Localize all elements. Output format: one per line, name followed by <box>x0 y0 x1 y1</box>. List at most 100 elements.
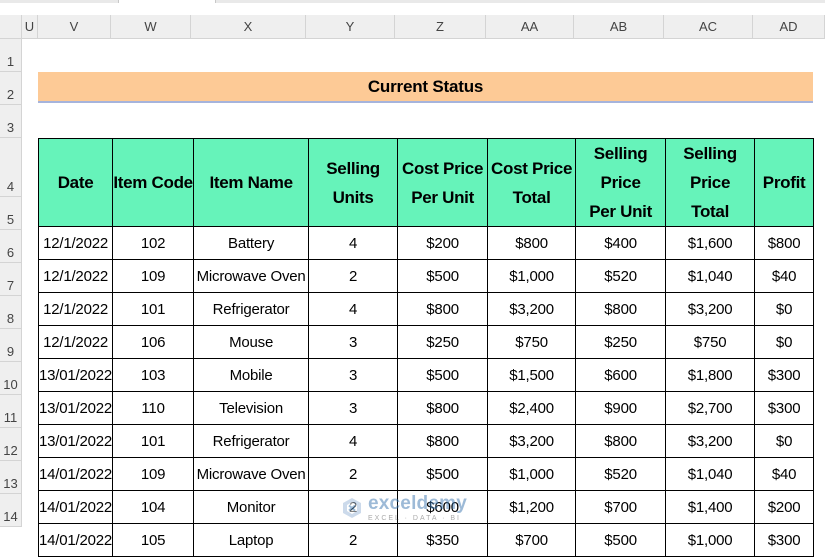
table-cell[interactable]: 12/1/2022 <box>37 259 114 293</box>
column-header-cell[interactable]: Cost Price Total <box>487 138 577 227</box>
table-cell[interactable]: $700 <box>575 490 667 524</box>
table-cell[interactable]: $800 <box>575 424 667 458</box>
table-cell[interactable]: 104 <box>112 490 195 524</box>
column-header-w[interactable]: W <box>111 15 191 39</box>
row-header-4[interactable]: 4 <box>0 138 22 197</box>
table-cell[interactable]: $1,000 <box>665 523 756 557</box>
table-cell[interactable]: 2 <box>308 259 399 293</box>
table-cell[interactable]: $600 <box>575 358 667 392</box>
table-cell[interactable]: $350 <box>397 523 489 557</box>
table-cell[interactable]: $1,000 <box>487 457 577 491</box>
column-header-v[interactable]: V <box>38 15 111 39</box>
table-cell[interactable]: 106 <box>112 325 195 359</box>
table-cell[interactable]: $500 <box>575 523 667 557</box>
table-cell[interactable]: $1,200 <box>487 490 577 524</box>
table-cell[interactable]: $1,040 <box>665 457 756 491</box>
table-cell[interactable]: 12/1/2022 <box>37 226 114 260</box>
table-cell[interactable]: $750 <box>665 325 756 359</box>
table-cell[interactable]: $1,000 <box>487 259 577 293</box>
table-cell[interactable]: $1,040 <box>665 259 756 293</box>
table-cell[interactable]: $1,600 <box>665 226 756 260</box>
select-all-corner[interactable] <box>0 15 22 39</box>
column-header-ab[interactable]: AB <box>574 15 664 39</box>
row-header-2[interactable]: 2 <box>0 72 22 105</box>
table-cell[interactable]: $0 <box>754 292 815 326</box>
table-cell[interactable]: 12/1/2022 <box>37 292 114 326</box>
column-header-cell[interactable]: Selling Price Total <box>665 138 756 227</box>
table-cell[interactable]: $0 <box>754 325 815 359</box>
table-cell[interactable]: Mouse <box>193 325 310 359</box>
table-cell[interactable]: 4 <box>308 226 399 260</box>
column-header-cell[interactable]: Selling Units <box>308 138 399 227</box>
column-header-cell[interactable]: Cost Price Per Unit <box>397 138 489 227</box>
row-header-3[interactable]: 3 <box>0 105 22 138</box>
table-cell[interactable]: $300 <box>754 358 815 392</box>
row-header-5[interactable]: 5 <box>0 197 22 230</box>
table-cell[interactable]: 14/01/2022 <box>37 523 114 557</box>
table-cell[interactable]: $3,200 <box>665 292 756 326</box>
table-cell[interactable]: 3 <box>308 325 399 359</box>
table-cell[interactable]: $800 <box>487 226 577 260</box>
table-cell[interactable]: 4 <box>308 424 399 458</box>
table-cell[interactable]: $750 <box>487 325 577 359</box>
column-header-cell[interactable]: Item Name <box>193 138 310 227</box>
table-cell[interactable]: 103 <box>112 358 195 392</box>
table-cell[interactable]: 14/01/2022 <box>37 457 114 491</box>
table-cell[interactable]: $520 <box>575 457 667 491</box>
table-cell[interactable]: $2,700 <box>665 391 756 425</box>
column-header-ad[interactable]: AD <box>753 15 825 39</box>
table-cell[interactable]: Television <box>193 391 310 425</box>
table-cell[interactable]: $700 <box>487 523 577 557</box>
column-header-ac[interactable]: AC <box>664 15 753 39</box>
table-cell[interactable]: 3 <box>308 391 399 425</box>
table-cell[interactable]: 2 <box>308 523 399 557</box>
table-cell[interactable]: 13/01/2022 <box>37 424 114 458</box>
row-header-7[interactable]: 7 <box>0 263 22 296</box>
table-cell[interactable]: 101 <box>112 424 195 458</box>
row-header-9[interactable]: 9 <box>0 329 22 362</box>
table-cell[interactable]: $500 <box>397 358 489 392</box>
column-header-cell[interactable]: Profit <box>754 138 815 227</box>
table-cell[interactable]: $0 <box>754 424 815 458</box>
row-header-14[interactable]: 14 <box>0 494 22 527</box>
column-header-z[interactable]: Z <box>395 15 486 39</box>
table-cell[interactable]: $2,400 <box>487 391 577 425</box>
row-header-6[interactable]: 6 <box>0 230 22 263</box>
table-cell[interactable]: 102 <box>112 226 195 260</box>
table-cell[interactable]: 13/01/2022 <box>37 358 114 392</box>
sheet-tab[interactable] <box>118 0 216 3</box>
column-header-x[interactable]: X <box>191 15 306 39</box>
column-header-y[interactable]: Y <box>306 15 395 39</box>
row-header-12[interactable]: 12 <box>0 428 22 461</box>
table-cell[interactable]: Battery <box>193 226 310 260</box>
row-header-8[interactable]: 8 <box>0 296 22 329</box>
table-cell[interactable]: $250 <box>397 325 489 359</box>
table-cell[interactable]: 12/1/2022 <box>37 325 114 359</box>
table-cell[interactable]: $800 <box>754 226 815 260</box>
table-cell[interactable]: $520 <box>575 259 667 293</box>
table-cell[interactable]: $200 <box>397 226 489 260</box>
table-cell[interactable]: $1,800 <box>665 358 756 392</box>
table-cell[interactable]: 3 <box>308 358 399 392</box>
table-cell[interactable]: Microwave Oven <box>193 259 310 293</box>
table-cell[interactable]: $40 <box>754 457 815 491</box>
column-header-cell[interactable]: Item Code <box>112 138 195 227</box>
table-cell[interactable]: 110 <box>112 391 195 425</box>
column-header-cell[interactable]: Selling Price Per Unit <box>575 138 667 227</box>
table-cell[interactable]: $1,500 <box>487 358 577 392</box>
table-cell[interactable]: $500 <box>397 259 489 293</box>
table-cell[interactable]: Microwave Oven <box>193 457 310 491</box>
table-cell[interactable]: Laptop <box>193 523 310 557</box>
row-header-10[interactable]: 10 <box>0 362 22 395</box>
table-cell[interactable]: Refrigerator <box>193 292 310 326</box>
table-cell[interactable]: $3,200 <box>487 292 577 326</box>
table-cell[interactable]: $400 <box>575 226 667 260</box>
table-cell[interactable]: $300 <box>754 391 815 425</box>
row-header-11[interactable]: 11 <box>0 395 22 428</box>
table-cell[interactable]: 13/01/2022 <box>37 391 114 425</box>
table-cell[interactable]: $200 <box>754 490 815 524</box>
table-cell[interactable]: $900 <box>575 391 667 425</box>
table-cell[interactable]: 109 <box>112 259 195 293</box>
table-cell[interactable]: 105 <box>112 523 195 557</box>
column-header-cell[interactable]: Date <box>37 138 114 227</box>
